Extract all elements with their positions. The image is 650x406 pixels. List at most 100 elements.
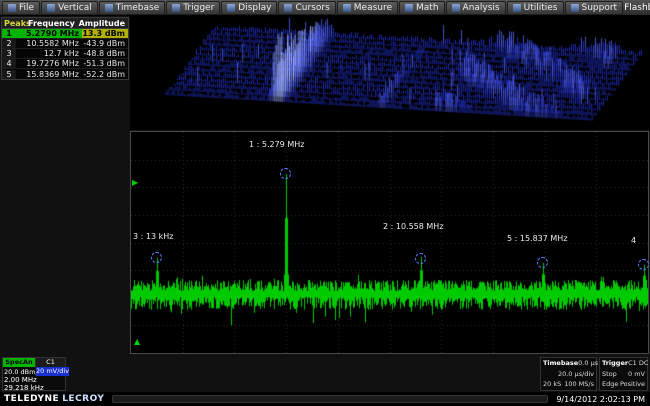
- trigger-label: Trigger: [602, 359, 628, 368]
- oscilloscope-screen: File Vertical Timebase Trigger Display C…: [0, 0, 650, 406]
- menu-math[interactable]: Math: [399, 1, 445, 15]
- peak-4-amplitude: -51.3 dBm: [82, 59, 128, 68]
- file-icon: [8, 4, 16, 12]
- menu-file-label: File: [19, 3, 34, 13]
- status-bar: TELEDYNE LECROY 9/14/2012 2:02:13 PM: [0, 392, 650, 406]
- peak-row-2[interactable]: 2 10.5582 MHz -43.9 dBm: [2, 39, 128, 49]
- menu-display-label: Display: [238, 3, 271, 13]
- spectrum-plot[interactable]: 1 : 5.279 MHz 2 : 10.558 MHz 3 : 13 kHz …: [130, 131, 649, 354]
- status-groove: [112, 395, 548, 403]
- menu-right-area: Flashb... Undo ↺: [624, 0, 650, 15]
- menu-vertical[interactable]: Vertical: [41, 1, 98, 15]
- brand-teledyne: TELEDYNE: [4, 394, 59, 404]
- peak-2-amplitude: -43.9 dBm: [82, 39, 128, 48]
- timebase-box[interactable]: Timebase0.0 µs 20.0 µs/div 20 kS100 MS/s: [540, 357, 597, 391]
- menu-trigger[interactable]: Trigger: [166, 1, 220, 15]
- peak-5-frequency: 15.8369 MHz: [16, 70, 82, 79]
- peaks-table-header: Peaks Frequency Amplitude: [2, 18, 128, 29]
- trigger-level: 0 mV: [628, 370, 645, 379]
- menu-timebase-label: Timebase: [116, 3, 159, 13]
- peak-4-frequency: 19.7276 MHz: [16, 59, 82, 68]
- trigger-kind: Edge: [602, 380, 618, 389]
- menu-cursors-label: Cursors: [295, 3, 329, 13]
- peak-1-num: 1: [2, 29, 16, 38]
- peak-3-num: 3: [2, 49, 16, 58]
- peak-marker-label-3: 3 : 13 kHz: [133, 232, 173, 241]
- menu-bar: File Vertical Timebase Trigger Display C…: [0, 0, 650, 16]
- peak-4-num: 4: [2, 59, 16, 68]
- menu-analysis[interactable]: Analysis: [446, 1, 506, 15]
- timebase-rate: 100 MS/s: [564, 380, 594, 389]
- specan-scale: 20.0 dBm/div: [3, 368, 36, 376]
- c1-descriptor-tab[interactable]: C1: [35, 358, 65, 367]
- peak-2-num: 2: [2, 39, 16, 48]
- datetime: 9/14/2012 2:02:13 PM: [556, 395, 650, 404]
- trace-descriptor-box: SpecAn C1 20.0 dBm/div 20 mV/div 2.00 MH…: [2, 357, 66, 391]
- peaks-table: Peaks Frequency Amplitude 1 5.2790 MHz 1…: [1, 17, 129, 80]
- brand-lecroy: LECROY: [62, 394, 104, 404]
- display-icon: [227, 4, 235, 12]
- menu-measure-label: Measure: [354, 3, 392, 13]
- specan-descriptor-tab[interactable]: SpecAn: [3, 358, 35, 367]
- peak-5-amplitude: -52.2 dBm: [82, 70, 128, 79]
- peak-2-frequency: 10.5582 MHz: [16, 39, 82, 48]
- menu-trigger-label: Trigger: [183, 3, 214, 13]
- peak-row-1[interactable]: 1 5.2790 MHz 13.3 dBm: [2, 29, 128, 39]
- math-icon: [405, 4, 413, 12]
- timebase-label: Timebase: [543, 359, 578, 368]
- peak-5-num: 5: [2, 70, 16, 79]
- brand-logo: TELEDYNE LECROY: [0, 394, 104, 404]
- spectrogram-3d-view[interactable]: [130, 16, 650, 130]
- peak-row-4[interactable]: 4 19.7276 MHz -51.3 dBm: [2, 59, 128, 69]
- menu-file[interactable]: File: [2, 1, 40, 15]
- flash-status-text: Flashb...: [624, 3, 650, 13]
- cursors-icon: [284, 4, 292, 12]
- timebase-offset: 0.0 µs: [578, 359, 598, 368]
- peak-marker-label-5: 5 : 15.837 MHz: [507, 234, 568, 243]
- descriptor-tabs: SpecAn C1: [3, 358, 65, 367]
- c1-scale[interactable]: 20 mV/div: [36, 367, 69, 376]
- menu-utilities-label: Utilities: [524, 3, 558, 13]
- peak-3-frequency: 12.7 kHz: [16, 49, 82, 58]
- menu-measure[interactable]: Measure: [337, 1, 398, 15]
- menu-support[interactable]: Support: [565, 1, 624, 15]
- trigger-box[interactable]: TriggerC1 DC Stop0 mV EdgePositive: [599, 357, 648, 391]
- spectrogram-3d-canvas: [130, 16, 650, 129]
- spectrum-canvas: [131, 132, 648, 353]
- descriptor-scale-row: 20.0 dBm/div 20 mV/div: [3, 367, 65, 376]
- specan-rbw: 29.218 kHz: [3, 384, 65, 392]
- peak-marker-circle-3: [151, 252, 162, 263]
- menu-display[interactable]: Display: [221, 1, 277, 15]
- peak-marker-circle-5: [537, 257, 548, 268]
- analysis-icon: [452, 4, 460, 12]
- peak-row-5[interactable]: 5 15.8369 MHz -52.2 dBm: [2, 69, 128, 79]
- measure-icon: [343, 4, 351, 12]
- peak-row-3[interactable]: 3 12.7 kHz -48.8 dBm: [2, 49, 128, 59]
- timebase-samples: 20 kS: [543, 380, 561, 389]
- specan-freq-per-div: 2.00 MHz: [3, 376, 65, 384]
- peak-1-frequency: 5.2790 MHz: [16, 29, 82, 38]
- trigger-mode: Stop: [602, 370, 617, 379]
- menu-math-label: Math: [416, 3, 439, 13]
- peaks-header-amplitude: Amplitude: [79, 19, 128, 28]
- peak-marker-circle-1: [280, 168, 291, 179]
- menu-timebase[interactable]: Timebase: [99, 1, 165, 15]
- trigger-icon: [172, 4, 180, 12]
- vertical-icon: [47, 4, 55, 12]
- peak-marker-label-2: 2 : 10.558 MHz: [383, 222, 444, 231]
- trace-level-indicator-icon[interactable]: ▶: [132, 179, 138, 187]
- menu-cursors[interactable]: Cursors: [278, 1, 335, 15]
- peaks-header-peaks: Peaks: [2, 19, 28, 28]
- timebase-scale: 20.0 µs/div: [558, 370, 594, 379]
- menu-utilities[interactable]: Utilities: [507, 1, 564, 15]
- peak-marker-label-1: 1 : 5.279 MHz: [249, 140, 304, 149]
- peak-3-amplitude: -48.8 dBm: [82, 49, 128, 58]
- peak-marker-circle-4: [638, 259, 649, 270]
- support-icon: [571, 4, 579, 12]
- trigger-position-icon[interactable]: ▲: [134, 338, 140, 346]
- menu-support-label: Support: [582, 3, 618, 13]
- menu-vertical-label: Vertical: [58, 3, 92, 13]
- utilities-icon: [513, 4, 521, 12]
- menu-analysis-label: Analysis: [463, 3, 500, 13]
- timebase-icon: [105, 4, 113, 12]
